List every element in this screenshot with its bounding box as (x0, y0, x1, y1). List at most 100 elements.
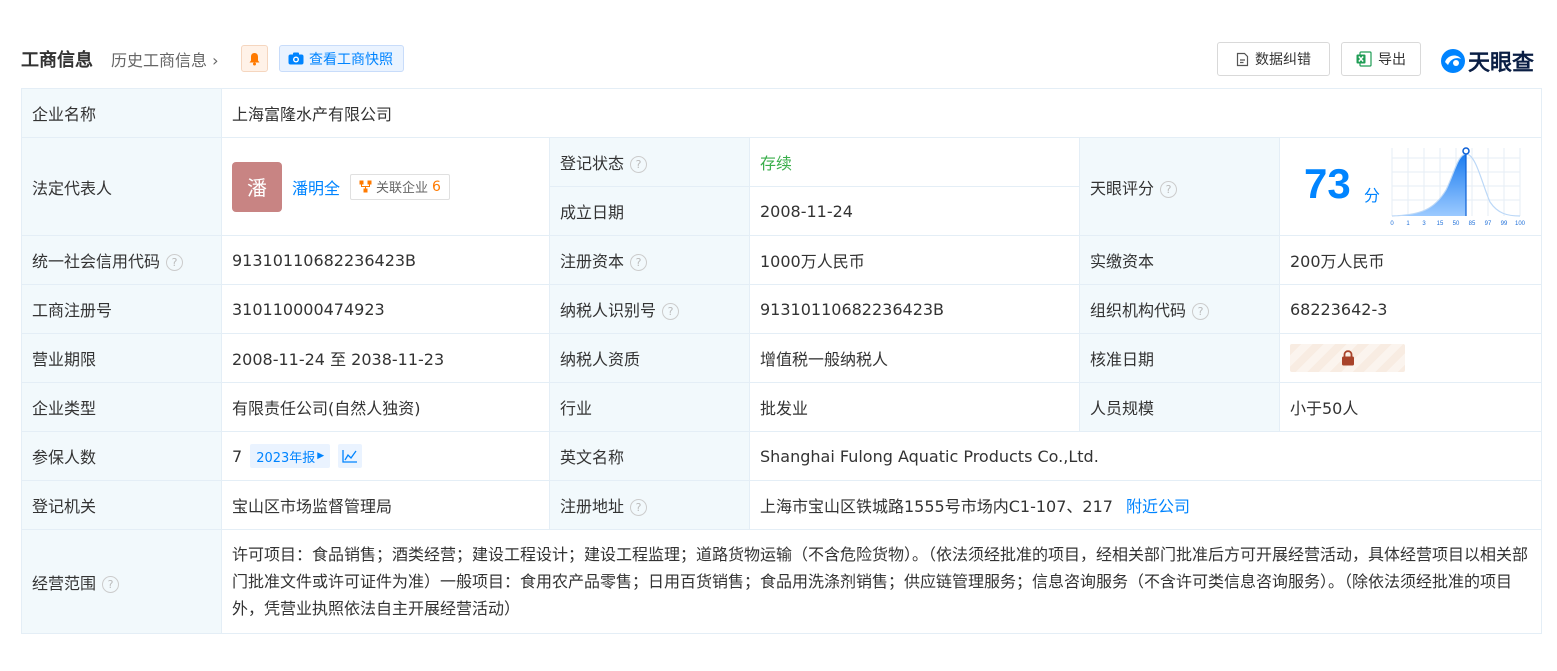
scope-label-text: 经营范围 (32, 573, 97, 593)
score-label: 天眼评分? (1079, 137, 1280, 236)
reg-status-label: 登记状态? (549, 137, 750, 187)
authority-value: 宝山区市场监督管理局 (221, 480, 550, 530)
snapshot-button[interactable]: 查看工商快照 (279, 45, 404, 72)
table-row: 参保人数 7 2023年报 ▶ 英文名称 Shanghai Fulong Aqua… (21, 431, 1542, 481)
snapshot-label: 查看工商快照 (309, 51, 393, 68)
export-label: 导出 (1378, 52, 1406, 68)
table-row: 营业期限 2008-11-24 至 2038-11-23 纳税人资质 增值税一般… (21, 333, 1542, 383)
locked-content-button[interactable] (1290, 344, 1405, 372)
insured-value: 7 (232, 446, 243, 466)
camera-icon (288, 52, 304, 65)
taxpayer-id-label-text: 纳税人识别号 (560, 301, 657, 320)
legal-rep-cell: 潘 潘明全 关联企业 6 (221, 137, 550, 236)
related-companies-tag[interactable]: 关联企业 6 (350, 173, 450, 200)
monitor-bell-button[interactable] (241, 45, 268, 72)
reg-no-label: 工商注册号 (21, 284, 222, 334)
address-label: 注册地址? (549, 480, 750, 530)
history-link[interactable]: 历史工商信息 › (111, 47, 219, 71)
nearby-companies-link[interactable]: 附近公司 (1126, 497, 1190, 516)
score-unit: 分 (1364, 186, 1381, 205)
founded-value: 2008-11-24 (749, 186, 1080, 236)
help-icon[interactable]: ? (166, 254, 184, 271)
legal-rep-name[interactable]: 潘明全 (292, 175, 340, 199)
staff-size-value: 小于50人 (1279, 382, 1542, 432)
industry-value: 批发业 (749, 382, 1080, 432)
help-icon[interactable]: ? (630, 499, 648, 516)
industry-label: 行业 (549, 382, 750, 432)
excel-icon (1356, 51, 1372, 67)
reg-status-label-text: 登记状态 (560, 154, 625, 173)
export-button[interactable]: 导出 (1341, 42, 1421, 76)
staff-size-label: 人员规模 (1079, 382, 1280, 432)
business-info-table: 企业名称 上海富隆水产有限公司 法定代表人 潘 潘明全 关联企业 6 登记状态?… (21, 88, 1542, 634)
table-row: 工商注册号 310110000474923 纳税人识别号? 9131011068… (21, 284, 1542, 334)
legal-rep-label: 法定代表人 (21, 137, 222, 236)
bell-icon (249, 52, 260, 65)
trend-chart-button[interactable] (338, 444, 363, 468)
founded-label: 成立日期 (549, 186, 750, 236)
approve-date-label: 核准日期 (1079, 333, 1280, 383)
data-correction-button[interactable]: 数据纠错 (1217, 42, 1330, 76)
english-name-value: Shanghai Fulong Aquatic Products Co.,Ltd… (749, 431, 1542, 481)
credit-code-label-text: 统一社会信用代码 (32, 252, 161, 271)
section-header: 工商信息 历史工商信息 › 查看工商快照 数据纠错 导出 天眼查 (21, 42, 1541, 76)
related-companies-count: 6 (432, 178, 441, 195)
reg-status-value: 存续 (749, 137, 1080, 187)
term-label: 营业期限 (21, 333, 222, 383)
table-row: 企业类型 有限责任公司(自然人独资) 行业 批发业 人员规模 小于50人 (21, 382, 1542, 432)
address-value: 上海市宝山区铁城路1555号市场内C1-107、217 (760, 497, 1113, 516)
approve-date-cell (1279, 333, 1542, 383)
avatar[interactable]: 潘 (232, 161, 282, 212)
score-axis-tick: 15 (1437, 221, 1444, 227)
caret-right-icon: ▶ (317, 451, 325, 461)
line-chart-icon (342, 450, 358, 463)
company-name-label: 企业名称 (21, 88, 222, 138)
document-edit-icon (1236, 52, 1249, 66)
score-axis-tick: 1 (1406, 221, 1410, 227)
score-label-text: 天眼评分 (1090, 178, 1155, 198)
term-value: 2008-11-24 至 2038-11-23 (221, 333, 550, 383)
help-icon[interactable]: ? (662, 303, 680, 320)
scope-label: 经营范围? (21, 529, 222, 634)
company-type-label: 企业类型 (21, 382, 222, 432)
reg-capital-label-text: 注册资本 (560, 252, 625, 271)
reg-capital-label: 注册资本? (549, 235, 750, 285)
help-icon[interactable]: ? (102, 575, 120, 593)
network-icon (359, 180, 372, 193)
reg-capital-value: 1000万人民币 (749, 235, 1080, 285)
org-code-label-text: 组织机构代码 (1090, 301, 1187, 320)
help-icon[interactable]: ? (630, 156, 648, 173)
help-icon[interactable]: ? (1160, 180, 1178, 198)
score-value: 73 (1304, 160, 1351, 207)
address-cell: 上海市宝山区铁城路1555号市场内C1-107、217 附近公司 (749, 480, 1542, 530)
score-cell[interactable]: 73 分 0 1 3 15 50 85 97 99 100 (1279, 137, 1542, 236)
paid-capital-value: 200万人民币 (1279, 235, 1542, 285)
data-correction-label: 数据纠错 (1255, 52, 1311, 68)
taxpayer-id-value: 91310110682236423B (749, 284, 1080, 334)
taxpayer-type-value: 增值税一般纳税人 (749, 333, 1080, 383)
english-name-label: 英文名称 (549, 431, 750, 481)
chevron-right-icon: › (207, 51, 219, 70)
table-row: 法定代表人 潘 潘明全 关联企业 6 登记状态? 存续 天眼评分? 73 分 0… (21, 137, 1542, 236)
related-companies-label: 关联企业 (376, 181, 429, 196)
org-code-label: 组织机构代码? (1079, 284, 1280, 334)
table-row: 统一社会信用代码? 91310110682236423B 注册资本? 1000万… (21, 235, 1542, 285)
tianyancha-logo-icon (1441, 49, 1465, 73)
score-axis-tick: 85 (1469, 221, 1476, 227)
table-row: 登记机关 宝山区市场监督管理局 注册地址? 上海市宝山区铁城路1555号市场内C… (21, 480, 1542, 530)
company-name-value: 上海富隆水产有限公司 (221, 88, 1542, 138)
score-axis-tick: 97 (1485, 221, 1492, 227)
lock-icon (1341, 350, 1354, 366)
tianyancha-logo[interactable]: 天眼查 (1440, 45, 1534, 77)
score-axis-tick: 0 (1390, 221, 1394, 227)
help-icon[interactable]: ? (1192, 303, 1210, 320)
annual-report-tag[interactable]: 2023年报 ▶ (250, 444, 331, 468)
section-title: 工商信息 (21, 50, 93, 71)
address-label-text: 注册地址 (560, 497, 625, 516)
score-distribution-chart: 0 1 3 15 50 85 97 99 100 (1390, 147, 1526, 227)
reg-no-value: 310110000474923 (221, 284, 550, 334)
help-icon[interactable]: ? (630, 254, 648, 271)
annual-report-label: 2023年报 (256, 450, 316, 466)
logo-text: 天眼查 (1468, 51, 1535, 76)
insured-cell: 7 2023年报 ▶ (221, 431, 550, 481)
